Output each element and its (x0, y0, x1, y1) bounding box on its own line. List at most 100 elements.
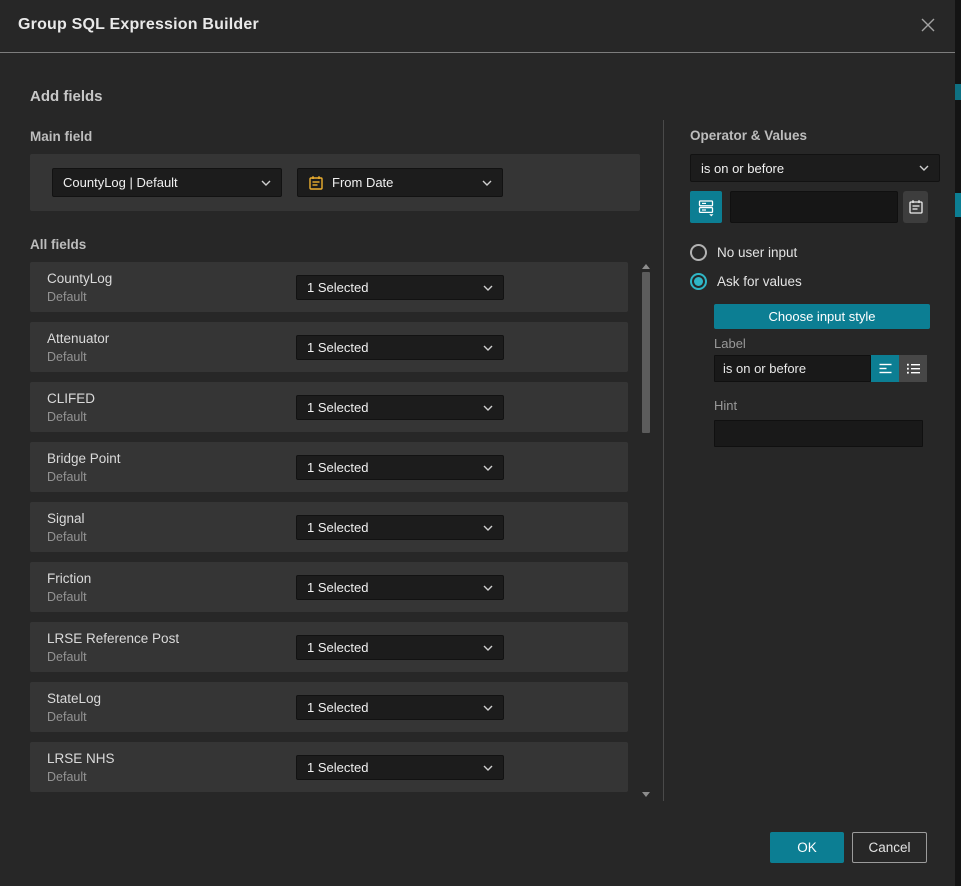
field-selected-value: 1 Selected (307, 340, 475, 355)
field-name: StateLog (47, 691, 101, 706)
field-selected-value: 1 Selected (307, 400, 475, 415)
scrollbar-up-arrow-icon[interactable] (642, 264, 650, 269)
field-selected-dropdown[interactable]: 1 Selected (296, 335, 504, 360)
field-sublabel: Default (47, 350, 87, 364)
chevron-down-icon (483, 345, 493, 351)
chevron-down-icon (483, 705, 493, 711)
field-sublabel: Default (47, 710, 87, 724)
field-name: Signal (47, 511, 85, 526)
background-app-edge (955, 0, 961, 886)
field-selected-dropdown[interactable]: 1 Selected (296, 575, 504, 600)
chevron-down-icon (482, 180, 492, 186)
calendar-icon (308, 175, 324, 191)
field-selected-value: 1 Selected (307, 640, 475, 655)
chevron-down-icon (483, 465, 493, 471)
field-row: Attenuator Default 1 Selected (30, 322, 628, 372)
field-name: CountyLog (47, 271, 112, 286)
unique-values-stack-icon (697, 198, 716, 217)
field-selected-value: 1 Selected (307, 280, 475, 295)
bulleted-list-icon (906, 362, 921, 375)
all-fields-list: CountyLog Default 1 Selected Attenuator … (30, 262, 628, 802)
label-input[interactable] (714, 355, 871, 382)
field-row: LRSE Reference Post Default 1 Selected (30, 622, 628, 672)
main-field-heading: Main field (30, 129, 92, 144)
field-sublabel: Default (47, 410, 87, 424)
field-name: LRSE NHS (47, 751, 115, 766)
field-sublabel: Default (47, 530, 87, 544)
single-line-style-button[interactable] (871, 355, 899, 382)
field-row: CountyLog Default 1 Selected (30, 262, 628, 312)
screen: Group SQL Expression Builder Add fields … (0, 0, 961, 886)
field-selected-value: 1 Selected (307, 700, 475, 715)
dialog-titlebar: Group SQL Expression Builder (0, 0, 955, 53)
operator-values-heading: Operator & Values (690, 128, 807, 143)
cancel-button[interactable]: Cancel (852, 832, 927, 863)
scrollbar-thumb[interactable] (642, 272, 650, 433)
field-sublabel: Default (47, 770, 87, 784)
chevron-down-icon (261, 180, 271, 186)
operator-select-value: is on or before (701, 161, 911, 176)
field-selected-dropdown[interactable]: 1 Selected (296, 755, 504, 780)
field-row: CLIFED Default 1 Selected (30, 382, 628, 432)
chevron-down-icon (483, 525, 493, 531)
group-sql-expression-builder-dialog: Group SQL Expression Builder Add fields … (0, 0, 955, 886)
no-user-input-radio[interactable]: No user input (690, 244, 797, 261)
field-row: Friction Default 1 Selected (30, 562, 628, 612)
field-sublabel: Default (47, 650, 87, 664)
value-input[interactable] (730, 191, 898, 223)
date-picker-button[interactable] (903, 191, 928, 223)
ask-for-values-label: Ask for values (717, 274, 802, 289)
field-selected-value: 1 Selected (307, 580, 475, 595)
hint-input[interactable] (714, 420, 923, 447)
label-caption: Label (714, 336, 746, 351)
chevron-down-icon (919, 165, 929, 171)
field-selected-dropdown[interactable]: 1 Selected (296, 515, 504, 540)
field-row: Signal Default 1 Selected (30, 502, 628, 552)
field-selected-dropdown[interactable]: 1 Selected (296, 635, 504, 660)
panel-divider (663, 120, 664, 801)
align-left-icon (878, 362, 893, 375)
chevron-down-icon (483, 765, 493, 771)
add-fields-heading: Add fields (30, 88, 103, 105)
no-user-input-label: No user input (717, 245, 797, 260)
calendar-icon (908, 199, 924, 215)
field-selected-dropdown[interactable]: 1 Selected (296, 395, 504, 420)
field-row: Bridge Point Default 1 Selected (30, 442, 628, 492)
field-sublabel: Default (47, 470, 87, 484)
field-selected-dropdown[interactable]: 1 Selected (296, 455, 504, 480)
all-fields-heading: All fields (30, 237, 86, 252)
main-field-layer-select-value: CountyLog | Default (63, 175, 253, 190)
scrollbar-down-arrow-icon[interactable] (642, 792, 650, 797)
chevron-down-icon (483, 285, 493, 291)
field-name: CLIFED (47, 391, 95, 406)
field-name: Bridge Point (47, 451, 121, 466)
field-selected-dropdown[interactable]: 1 Selected (296, 275, 504, 300)
field-name: Friction (47, 571, 91, 586)
ok-button[interactable]: OK (770, 832, 844, 863)
main-field-layer-select[interactable]: CountyLog | Default (52, 168, 282, 197)
field-name: Attenuator (47, 331, 109, 346)
background-app-fragment (955, 193, 961, 217)
field-row: StateLog Default 1 Selected (30, 682, 628, 732)
close-icon[interactable] (919, 16, 937, 34)
main-field-field-select[interactable]: From Date (297, 168, 503, 197)
dialog-title: Group SQL Expression Builder (18, 16, 259, 34)
field-name: LRSE Reference Post (47, 631, 179, 646)
field-selected-dropdown[interactable]: 1 Selected (296, 695, 504, 720)
field-selected-value: 1 Selected (307, 520, 475, 535)
field-row: LRSE NHS Default 1 Selected (30, 742, 628, 792)
chevron-down-icon (483, 645, 493, 651)
radio-selected-icon (690, 273, 707, 290)
operator-select[interactable]: is on or before (690, 154, 940, 182)
field-sublabel: Default (47, 290, 87, 304)
background-app-fragment (955, 84, 961, 100)
choose-input-style-button[interactable]: Choose input style (714, 304, 930, 329)
radio-unselected-icon (690, 244, 707, 261)
chevron-down-icon (483, 585, 493, 591)
ask-for-values-radio[interactable]: Ask for values (690, 273, 802, 290)
field-selected-value: 1 Selected (307, 760, 475, 775)
field-sublabel: Default (47, 590, 87, 604)
unique-values-button[interactable] (690, 191, 722, 223)
hint-caption: Hint (714, 398, 737, 413)
list-style-button[interactable] (899, 355, 927, 382)
